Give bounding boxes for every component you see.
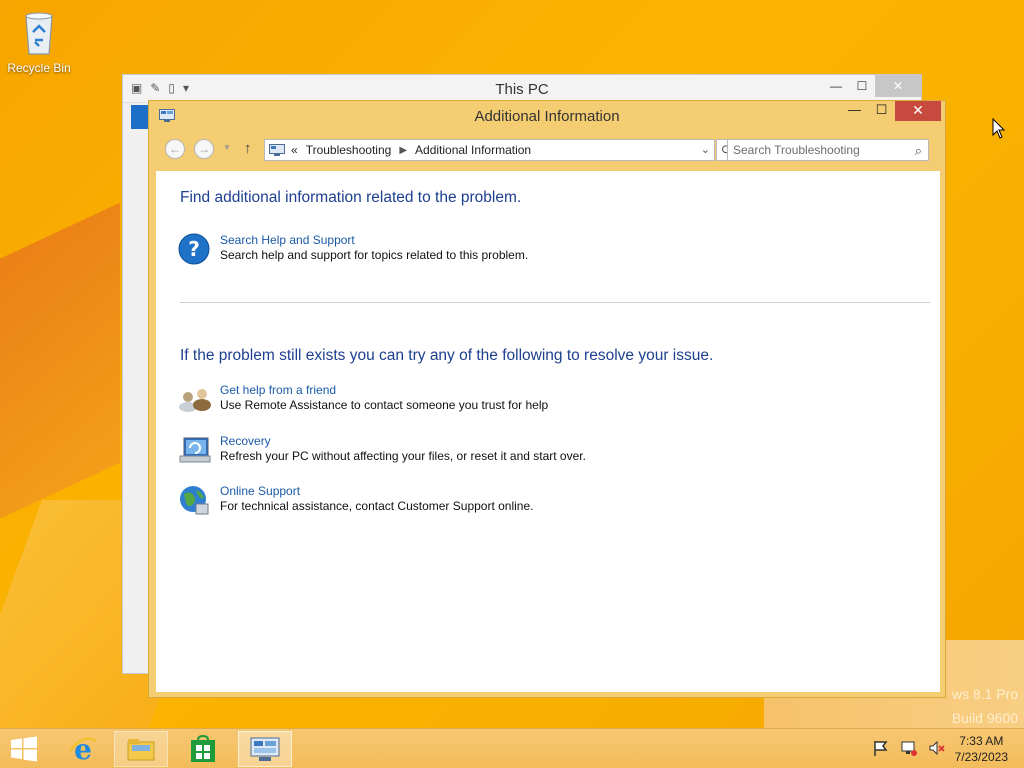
volume-muted-icon[interactable] [928,739,946,757]
window-title: Additional Information [474,108,620,125]
address-dropdown-icon[interactable]: ⌄ [701,143,710,156]
up-arrow-icon[interactable]: ↑ [244,140,252,157]
minimize-button[interactable]: — [823,75,849,97]
system-tray [872,739,946,757]
breadcrumb-overflow-icon[interactable]: « [291,143,298,157]
taskbar-clock[interactable]: 7:33 AM 7/23/2023 [955,733,1008,765]
control-panel-icon [250,737,280,761]
get-help-friend-description: Use Remote Assistance to contact someone… [220,398,549,412]
get-help-friend-link[interactable]: Get help from a friend [220,383,548,398]
folder-icon [127,739,155,761]
this-pc-titlebar[interactable]: ▣ ✎ ▯ ▾ This PC — ☐ ✕ [123,75,921,103]
windows-start-icon[interactable] [10,736,38,762]
taskbar-store[interactable] [176,731,230,767]
search-input[interactable] [728,140,898,160]
globe-icon [180,486,209,515]
forward-button[interactable]: → [194,139,214,159]
windows-watermark-build: Build 9600 [951,710,1018,726]
section-heading-additional-info: Find additional information related to t… [180,189,522,206]
close-button[interactable]: ✕ [875,75,921,97]
clock-date: 7/23/2023 [954,750,1008,764]
section-heading-resolve: If the problem still exists you can try … [180,347,714,364]
window-controls: — ☐ ✕ [841,101,941,121]
breadcrumb-separator-icon[interactable]: ▶ [399,145,407,156]
store-icon [191,735,215,762]
maximize-button[interactable]: ☐ [849,75,875,97]
recycle-bin-desktop-icon[interactable]: Recycle Bin [6,8,72,75]
recovery-description: Refresh your PC without affecting your f… [220,449,586,463]
navigation-bar: ← → ▼ ↑ « Troubleshooting ▶ Additional I… [149,131,945,165]
online-support-description: For technical assistance, contact Custom… [220,499,534,513]
taskbar-internet-explorer[interactable]: e [56,731,110,767]
search-icon[interactable]: ⌕ [915,143,922,159]
task-online-support[interactable]: Online Support For technical assistance,… [178,484,534,518]
task-recovery[interactable]: Recovery Refresh your PC without affecti… [178,434,586,468]
action-center-flag-icon[interactable] [872,739,890,757]
wallpaper-shape [0,202,120,538]
address-bar[interactable]: « Troubleshooting ▶ Additional Informati… [264,139,715,161]
help-icon: ? [178,233,210,265]
taskbar-control-panel[interactable] [238,731,292,767]
search-box[interactable]: ⌕ [727,139,929,161]
recovery-link[interactable]: Recovery [220,434,586,449]
network-icon[interactable] [900,739,918,757]
breadcrumb-item-troubleshooting[interactable]: Troubleshooting [306,143,392,157]
section-divider [180,302,930,303]
internet-explorer-icon: e [68,735,97,763]
content-area: Find additional information related to t… [156,171,940,692]
task-get-help-friend[interactable]: Get help from a friend Use Remote Assist… [178,383,548,417]
clock-time: 7:33 AM [959,734,1004,748]
additional-information-window[interactable]: Additional Information — ☐ ✕ ← → ▼ ↑ « T… [148,100,946,698]
breadcrumb-item-additional-information[interactable]: Additional Information [415,143,531,157]
recycle-bin-icon [25,12,53,55]
back-button[interactable]: ← [165,139,185,159]
mouse-cursor-icon [992,118,1006,139]
taskbar: e 7:33 AM 7/23/2023 [0,728,1024,768]
recycle-bin-label: Recycle Bin [7,61,71,75]
search-help-link[interactable]: Search Help and Support [220,233,528,248]
svg-text:?: ? [188,237,200,261]
window-titlebar[interactable]: Additional Information — ☐ ✕ [149,101,945,131]
search-help-description: Search help and support for topics relat… [220,248,529,262]
remote-assistance-icon [179,389,211,412]
recovery-icon [179,437,211,463]
maximize-button[interactable]: ☐ [868,101,895,121]
this-pc-window-controls: — ☐ ✕ [823,75,921,97]
minimize-button[interactable]: — [841,101,868,121]
close-button[interactable]: ✕ [895,101,941,121]
control-panel-icon [269,144,285,156]
online-support-link[interactable]: Online Support [220,484,534,499]
windows-watermark-edition: ws 8.1 Pro [951,686,1018,702]
task-search-help[interactable]: ? Search Help and Support Search help an… [178,233,528,267]
taskbar-file-explorer[interactable] [114,731,168,767]
recent-locations-chevron-icon[interactable]: ▼ [223,143,231,152]
this-pc-title: This PC [495,81,549,98]
